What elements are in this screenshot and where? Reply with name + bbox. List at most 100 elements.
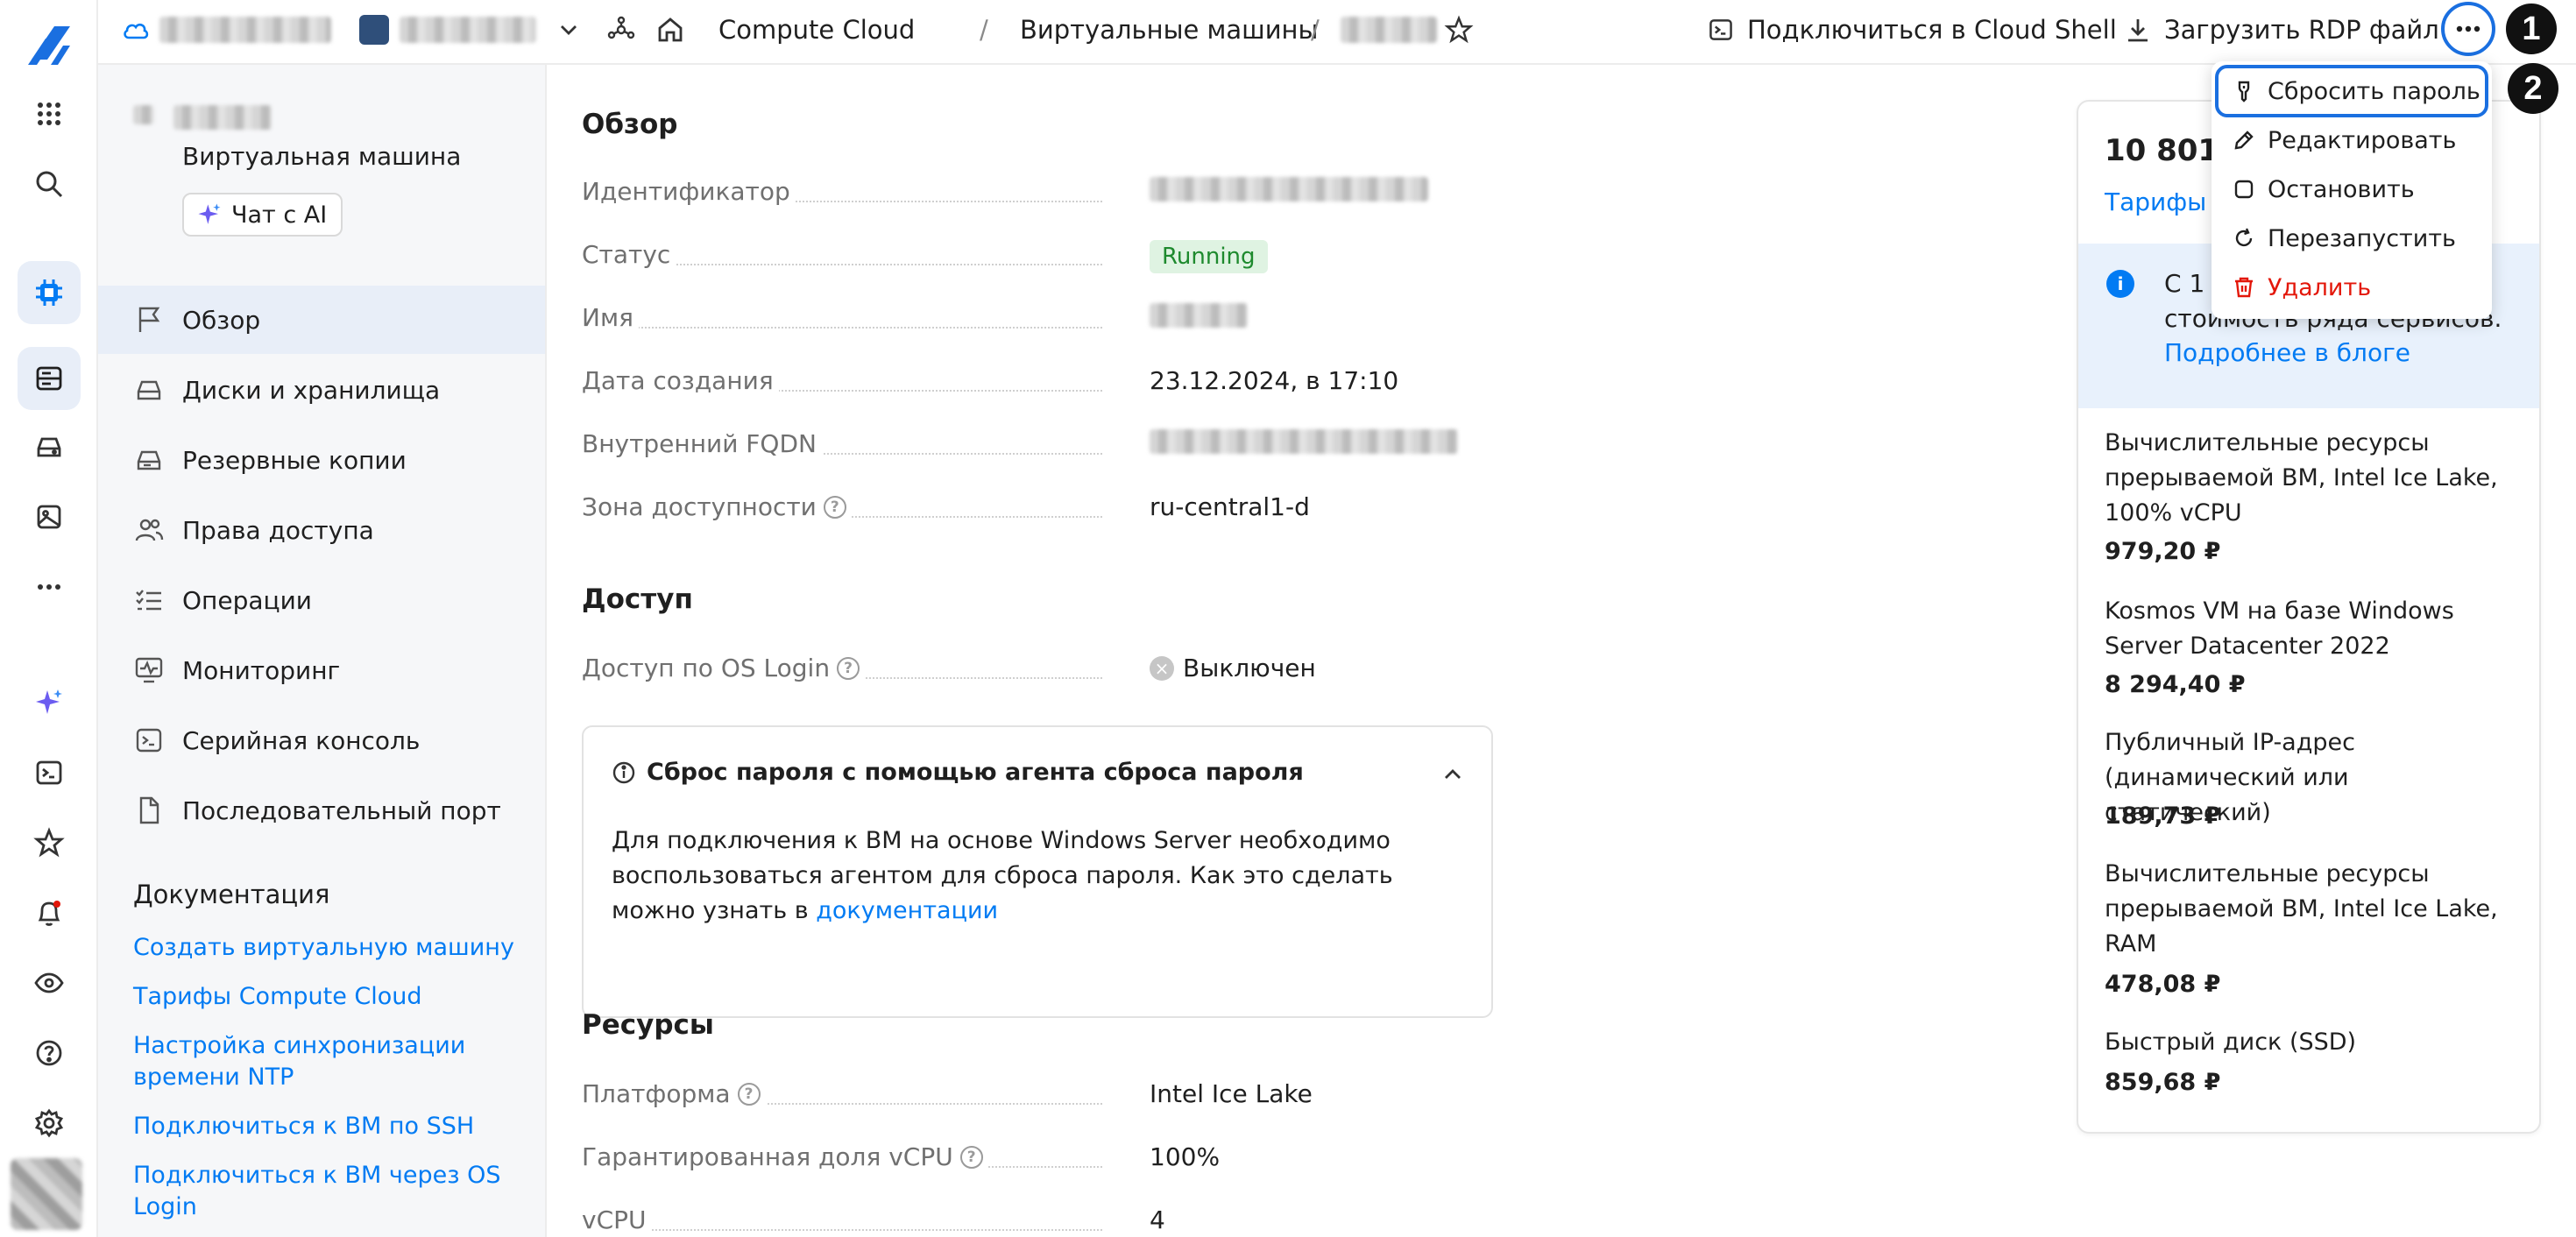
doc-link-oslogin[interactable]: Подключиться к ВМ через OS Login xyxy=(133,1160,519,1223)
top-bar: Compute Cloud / Виртуальные машины / Под… xyxy=(98,0,2576,65)
fqdn-value-redacted xyxy=(1150,429,1458,454)
settings-gear-icon[interactable] xyxy=(18,1092,81,1155)
platform-label: Платформа xyxy=(582,1079,731,1108)
doc-link-tariffs[interactable]: Тарифы Compute Cloud xyxy=(133,981,519,1013)
price-item-name: Вычислительные ресурсы прерываемой ВМ, I… xyxy=(2105,860,2498,958)
zone-value: ru-central1-d xyxy=(1150,492,1310,521)
trash-icon xyxy=(2235,277,2253,298)
breadcrumb-separator: / xyxy=(980,15,988,45)
blog-link[interactable]: Подробнее в блоге xyxy=(2164,338,2410,367)
services-graph-icon[interactable] xyxy=(606,0,636,60)
menu-item-stop[interactable]: Остановить xyxy=(2212,165,2492,214)
docs-title: Документация xyxy=(133,880,330,909)
ai-chat-label: Чат с AI xyxy=(231,201,328,229)
cloud-shell-button[interactable]: Подключиться в Cloud Shell xyxy=(1707,0,2117,60)
price-item-name: Kosmos VM на базе Windows Server Datacen… xyxy=(2105,597,2454,660)
vcpu-label: vCPU xyxy=(582,1205,652,1234)
help-icon[interactable]: ? xyxy=(823,495,846,519)
eye-icon[interactable] xyxy=(18,951,81,1014)
app-rail xyxy=(0,0,98,1237)
vm-icon-redacted xyxy=(133,105,154,124)
menu-item-delete[interactable]: Удалить xyxy=(2212,263,2492,312)
cloud-selector[interactable] xyxy=(121,0,331,60)
main-content: Обзор Идентификатор Статус Running Имя Д… xyxy=(547,65,2054,1237)
menu-item-label: Остановить xyxy=(2268,175,2415,203)
yandex-cloud-logo-icon[interactable] xyxy=(19,16,79,75)
breadcrumb-section[interactable]: Виртуальные машины xyxy=(1020,0,1318,60)
reset-description: Для подключения к ВМ на основе Windows S… xyxy=(612,823,1453,929)
nav-item-access-rights[interactable]: Права доступа xyxy=(98,496,545,564)
help-icon[interactable]: ? xyxy=(837,656,860,680)
breadcrumb-separator: / xyxy=(1311,15,1320,45)
disk-icon[interactable] xyxy=(18,415,81,478)
menu-item-edit[interactable]: Редактировать xyxy=(2212,116,2492,165)
doc-link-ssh[interactable]: Подключиться к ВМ по SSH xyxy=(133,1111,519,1142)
disk-icon xyxy=(137,380,161,400)
help-icon[interactable] xyxy=(18,1021,81,1085)
row-status: Статус Running xyxy=(582,240,1511,275)
vm-list-icon[interactable] xyxy=(18,347,81,410)
vcpu-share-value: 100% xyxy=(1150,1142,1221,1171)
compute-cloud-icon[interactable] xyxy=(18,261,81,324)
reset-title: Сброс пароля с помощью агента сброса пар… xyxy=(647,759,1304,786)
row-id: Идентификатор xyxy=(582,177,1511,212)
doc-link-create-vm[interactable]: Создать виртуальную машину xyxy=(133,932,519,964)
info-icon xyxy=(612,761,635,783)
oslogin-label: Доступ по OS Login xyxy=(582,654,831,682)
row-oslogin: Доступ по OS Login? × Выключен xyxy=(582,654,1511,689)
restart-icon xyxy=(2235,228,2253,247)
nav-item-label: Диски и хранилища xyxy=(182,375,441,405)
folder-selector[interactable] xyxy=(359,0,580,60)
cloud-shell-label: Подключиться в Cloud Shell xyxy=(1747,15,2117,45)
users-icon xyxy=(135,519,164,541)
nav-item-overview[interactable]: Обзор xyxy=(98,286,545,354)
nav-item-backups[interactable]: Резервные копии xyxy=(98,426,545,494)
nav-item-label: Мониторинг xyxy=(182,655,341,685)
search-icon[interactable] xyxy=(18,152,81,216)
more-services-icon[interactable] xyxy=(18,555,81,618)
image-icon[interactable] xyxy=(18,485,81,548)
menu-item-label: Удалить xyxy=(2268,273,2372,301)
terminal-icon[interactable] xyxy=(18,741,81,804)
more-actions-button[interactable] xyxy=(2441,2,2495,56)
favorite-star-icon[interactable] xyxy=(1444,0,1474,60)
nav-item-serial-port[interactable]: Последовательный порт xyxy=(98,776,545,845)
help-icon[interactable]: ? xyxy=(959,1145,983,1169)
star-icon[interactable] xyxy=(18,811,81,874)
price-item-value: 8 294,40 ₽ xyxy=(2105,671,2246,698)
price-item-value: 979,20 ₽ xyxy=(2105,538,2221,565)
ai-sparkle-icon[interactable] xyxy=(18,671,81,734)
nav-item-disks[interactable]: Диски и хранилища xyxy=(98,356,545,424)
row-vcpu-share: Гарантированная доля vCPU? 100% xyxy=(582,1142,1511,1177)
chevron-up-icon[interactable] xyxy=(1440,762,1465,787)
reset-docs-link[interactable]: документации xyxy=(816,897,998,924)
nav-item-serial-console[interactable]: Серийная консоль xyxy=(98,706,545,774)
backup-icon xyxy=(137,450,161,470)
download-rdp-button[interactable]: Загрузить RDP файл xyxy=(2124,0,2439,60)
nav-item-operations[interactable]: Операции xyxy=(98,566,545,634)
breadcrumb-service[interactable]: Compute Cloud xyxy=(718,0,915,60)
nav-item-monitoring[interactable]: Мониторинг xyxy=(98,636,545,704)
doc-link-ntp[interactable]: Настройка синхронизации времени NTP xyxy=(133,1030,519,1093)
menu-item-restart[interactable]: Перезапустить xyxy=(2212,214,2492,263)
overview-title: Обзор xyxy=(582,109,678,140)
bell-icon[interactable] xyxy=(18,881,81,944)
folder-name-redacted xyxy=(400,17,536,43)
home-icon[interactable] xyxy=(655,0,685,60)
password-reset-panel: Сброс пароля с помощью агента сброса пар… xyxy=(582,725,1493,1018)
row-created: Дата создания 23.12.2024, в 17:10 xyxy=(582,366,1511,401)
flag-icon xyxy=(138,307,160,332)
created-label: Дата создания xyxy=(582,366,779,395)
help-icon[interactable]: ? xyxy=(737,1082,761,1106)
folder-avatar-icon xyxy=(359,15,389,45)
vm-name-redacted xyxy=(1341,17,1437,43)
file-icon xyxy=(139,796,159,824)
ai-chat-button[interactable]: Чат с AI xyxy=(182,193,343,237)
user-avatar[interactable] xyxy=(11,1158,82,1230)
apps-grid-icon[interactable] xyxy=(18,82,81,145)
access-title: Доступ xyxy=(582,583,693,615)
price-item-value: 189,73 ₽ xyxy=(2105,802,2221,830)
reset-text: Для подключения к ВМ на основе Windows S… xyxy=(612,827,1393,924)
highlight-reset-password xyxy=(2215,65,2488,117)
monitor-icon xyxy=(135,657,163,683)
